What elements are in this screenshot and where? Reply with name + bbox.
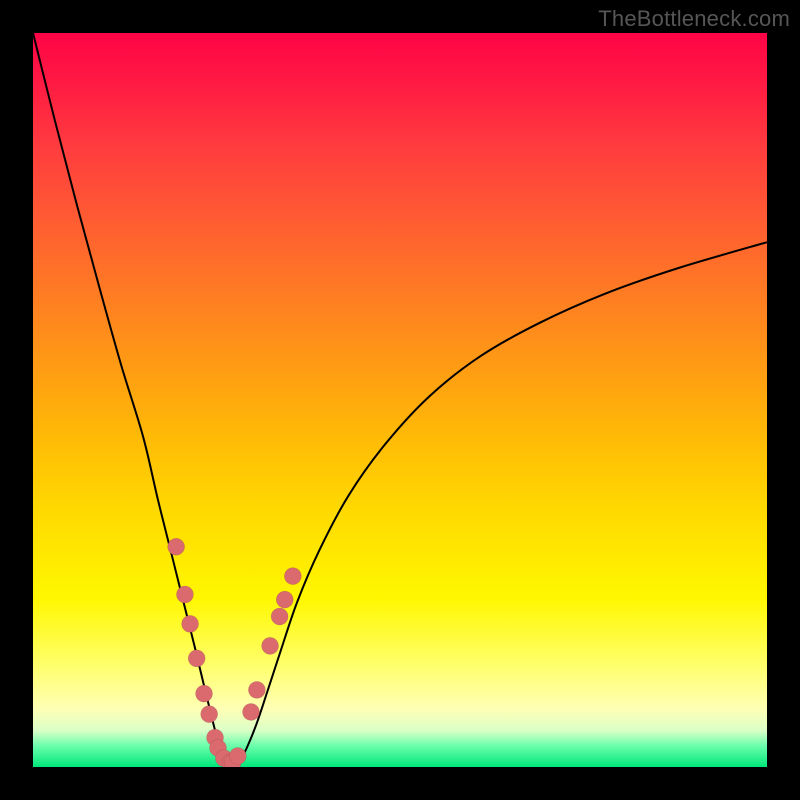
marker-dot: [271, 608, 288, 625]
marker-dot: [262, 637, 279, 654]
marker-dot: [229, 747, 246, 764]
marker-dot: [168, 538, 185, 555]
marker-dot: [201, 706, 218, 723]
marker-dot: [248, 681, 265, 698]
marker-group: [168, 538, 302, 767]
plot-area: [33, 33, 767, 767]
marker-dot: [196, 685, 213, 702]
marker-dot: [276, 591, 293, 608]
marker-dot: [284, 568, 301, 585]
marker-dot: [188, 650, 205, 667]
marker-dot: [243, 703, 260, 720]
curve-svg: [33, 33, 767, 767]
watermark-text: TheBottleneck.com: [598, 6, 790, 32]
bottleneck-curve: [33, 33, 767, 766]
chart-container: TheBottleneck.com: [0, 0, 800, 800]
marker-dot: [182, 615, 199, 632]
marker-dot: [176, 586, 193, 603]
